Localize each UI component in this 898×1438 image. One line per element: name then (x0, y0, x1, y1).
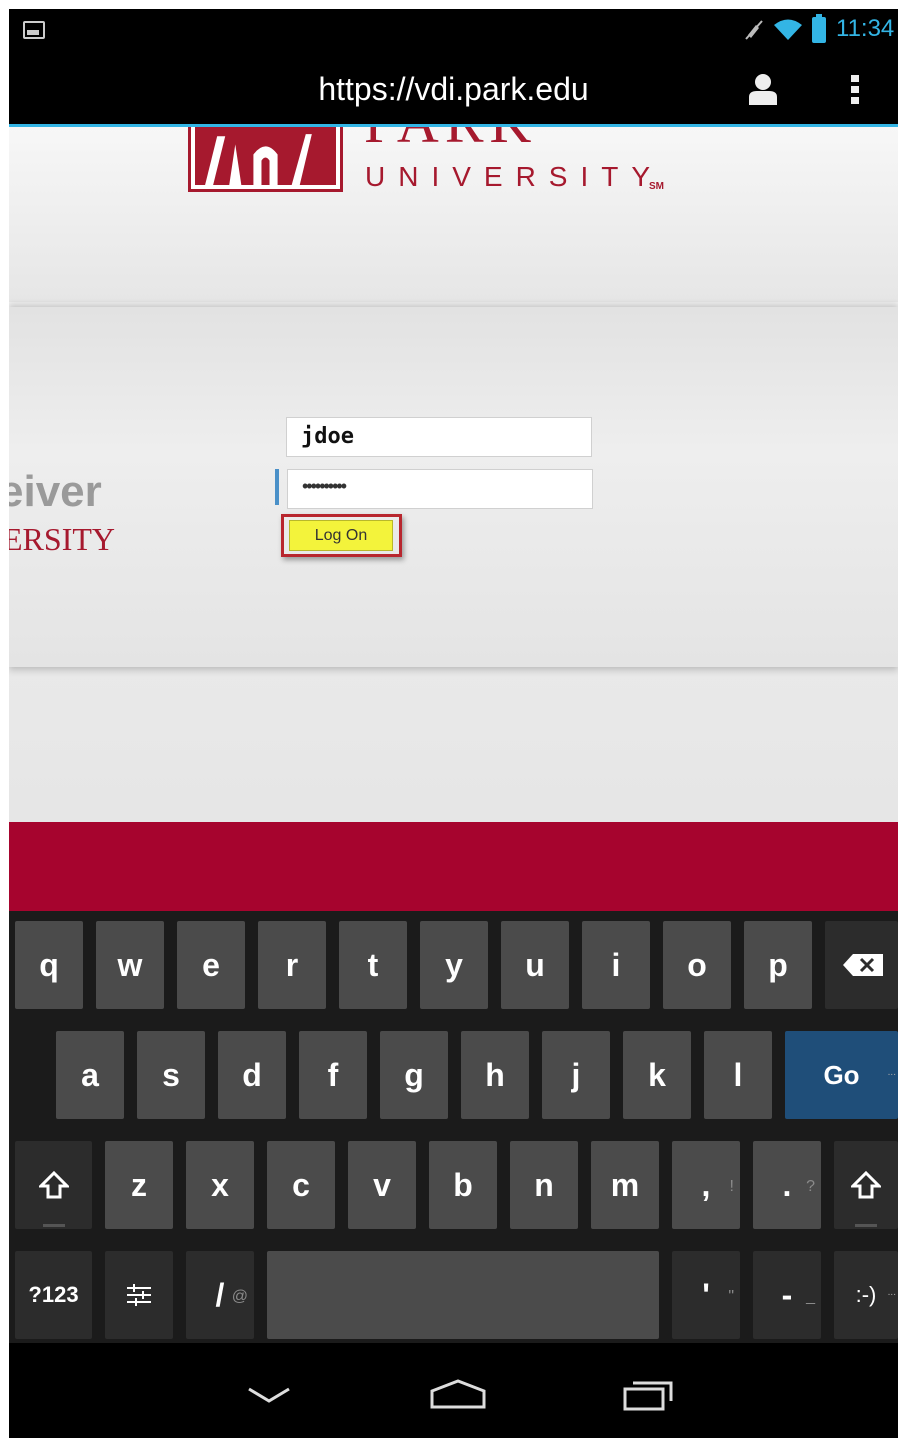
key-slash[interactable]: / @ (186, 1251, 254, 1339)
key-d[interactable]: d (218, 1031, 286, 1119)
onscreen-keyboard: q w e r t y u i o p a s d f g h j k l Go… (9, 911, 898, 1343)
park-wordmark: PARK (364, 127, 644, 149)
shift-key-right[interactable] (834, 1141, 898, 1229)
logon-button[interactable]: Log On (289, 520, 393, 551)
hide-keyboard-icon[interactable] (247, 1385, 291, 1405)
key-y[interactable]: y (420, 921, 488, 1009)
recent-apps-icon[interactable] (623, 1379, 673, 1411)
key-p[interactable]: p (744, 921, 812, 1009)
symbols-key[interactable]: ?123 (15, 1251, 92, 1339)
mute-icon (745, 20, 763, 40)
receiver-title: eiver (9, 467, 102, 516)
key-r[interactable]: r (258, 921, 326, 1009)
university-wordmark: UNIVERSITY (365, 161, 664, 192)
key-b[interactable]: b (429, 1141, 497, 1229)
password-input[interactable]: •••••••••• (287, 469, 593, 509)
service-mark: SM (649, 181, 664, 192)
text-cursor (275, 469, 279, 505)
park-logo-emblem (188, 127, 343, 192)
key-q[interactable]: q (15, 921, 83, 1009)
key-o[interactable]: o (663, 921, 731, 1009)
key-i[interactable]: i (582, 921, 650, 1009)
key-g[interactable]: g (380, 1031, 448, 1119)
shift-key-left[interactable] (15, 1141, 92, 1229)
backspace-icon (843, 954, 883, 976)
status-clock: 11:34 (836, 15, 895, 42)
settings-key[interactable] (105, 1251, 173, 1339)
key-comma[interactable]: , ! (672, 1141, 740, 1229)
key-j[interactable]: j (542, 1031, 610, 1119)
key-dash[interactable]: - _ (753, 1251, 821, 1339)
status-bar: 11:34 (9, 9, 898, 49)
key-x[interactable]: x (186, 1141, 254, 1229)
web-content: PARK UNIVERSITY SM eiver ERSITY jdoe •••… (9, 127, 898, 911)
key-apostrophe[interactable]: ' " (672, 1251, 740, 1339)
account-icon[interactable] (749, 73, 777, 105)
login-panel: eiver ERSITY jdoe •••••••••• Log On (9, 307, 898, 667)
key-m[interactable]: m (591, 1141, 659, 1229)
key-v[interactable]: v (348, 1141, 416, 1229)
browser-address-bar: https://vdi.park.edu (9, 49, 898, 127)
key-u[interactable]: u (501, 921, 569, 1009)
backspace-key[interactable] (825, 921, 898, 1009)
home-icon[interactable] (430, 1379, 486, 1409)
sliders-icon (127, 1284, 151, 1306)
shift-icon (851, 1171, 881, 1199)
image-notification-icon (23, 21, 45, 39)
key-e[interactable]: e (177, 921, 245, 1009)
key-l[interactable]: l (704, 1031, 772, 1119)
key-s[interactable]: s (137, 1031, 205, 1119)
key-h[interactable]: h (461, 1031, 529, 1119)
page-footer (9, 822, 898, 911)
smiley-key[interactable]: :-) ... (834, 1251, 898, 1339)
key-t[interactable]: t (339, 921, 407, 1009)
space-key[interactable] (267, 1251, 659, 1339)
key-a[interactable]: a (56, 1031, 124, 1119)
key-period[interactable]: . ? (753, 1141, 821, 1229)
device-screen: 11:34 https://vdi.park.edu UNIVERSITY SM… (9, 9, 898, 1438)
navigation-bar (9, 1343, 898, 1438)
key-f[interactable]: f (299, 1031, 367, 1119)
username-input[interactable]: jdoe (286, 417, 592, 457)
receiver-subtitle: ERSITY (9, 521, 115, 557)
go-key[interactable]: Go ... (785, 1031, 898, 1119)
key-n[interactable]: n (510, 1141, 578, 1229)
overflow-menu-icon[interactable] (851, 75, 861, 107)
page-header: PARK UNIVERSITY SM (9, 127, 898, 302)
wifi-icon (774, 19, 802, 40)
key-k[interactable]: k (623, 1031, 691, 1119)
key-z[interactable]: z (105, 1141, 173, 1229)
battery-icon (812, 14, 826, 43)
key-c[interactable]: c (267, 1141, 335, 1229)
shift-icon (39, 1171, 69, 1199)
key-w[interactable]: w (96, 921, 164, 1009)
castle-icon (205, 134, 312, 185)
